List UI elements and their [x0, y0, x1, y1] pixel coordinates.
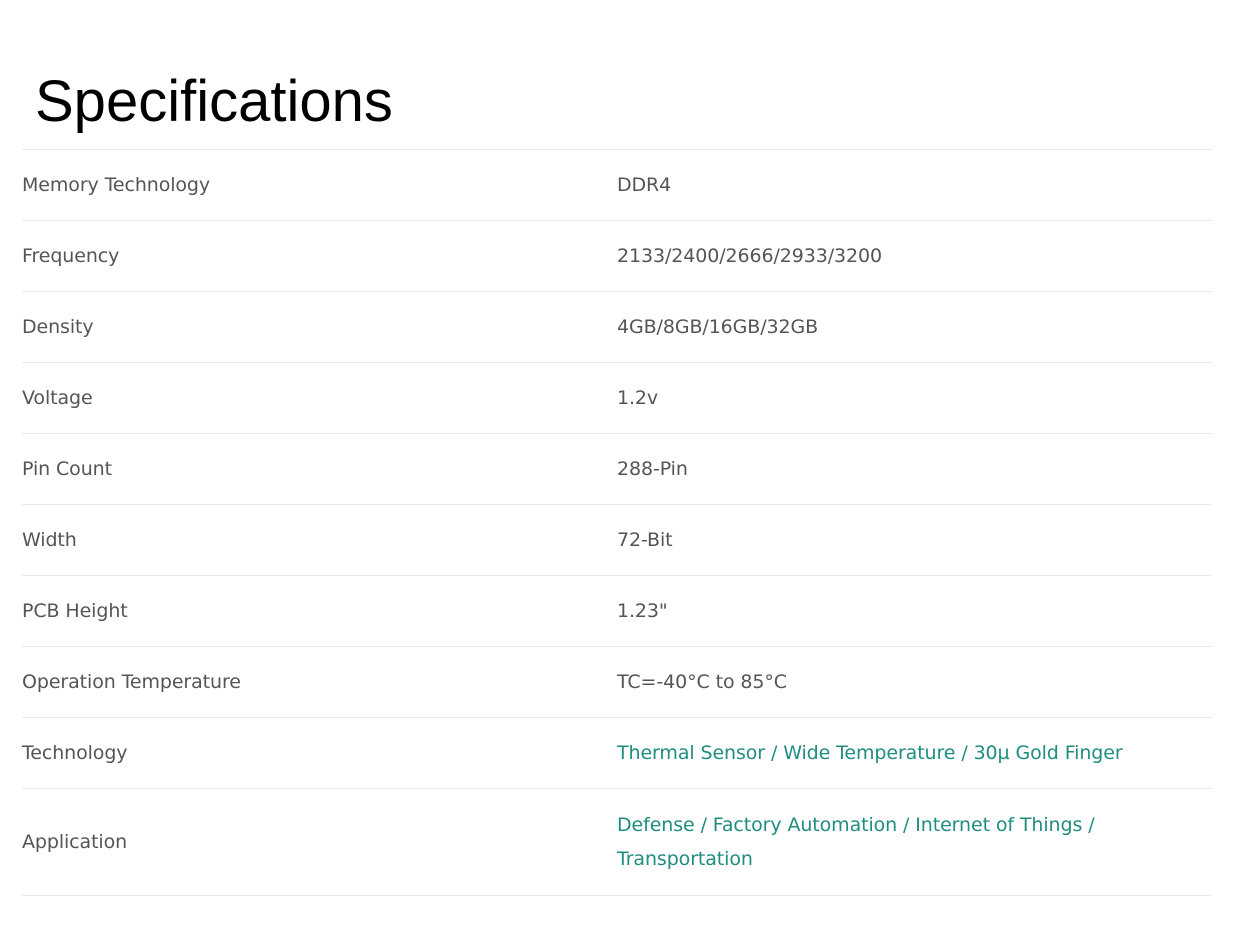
- table-row: PCB Height 1.23": [22, 576, 1212, 647]
- spec-label: Application: [22, 831, 128, 853]
- spec-label: Frequency: [22, 245, 120, 267]
- technology-link[interactable]: Thermal Sensor / Wide Temperature / 30µ …: [617, 736, 1212, 770]
- table-row: Voltage 1.2v: [22, 363, 1212, 434]
- table-row: Application Defense / Factory Automation…: [22, 789, 1212, 896]
- table-row: Width 72-Bit: [22, 505, 1212, 576]
- spec-value: DDR4: [617, 174, 672, 196]
- spec-label: Voltage: [22, 387, 93, 409]
- spec-label: PCB Height: [22, 600, 128, 622]
- spec-label: Width: [22, 529, 77, 551]
- table-row: Density 4GB/8GB/16GB/32GB: [22, 292, 1212, 363]
- spec-value: 4GB/8GB/16GB/32GB: [617, 316, 819, 338]
- spec-value: 288-Pin: [617, 458, 688, 480]
- spec-value: 1.2v: [617, 387, 659, 409]
- table-row: Pin Count 288-Pin: [22, 434, 1212, 505]
- page-title: Specifications: [35, 69, 393, 134]
- spec-value: TC=-40°C to 85°C: [617, 671, 787, 693]
- table-row: Memory Technology DDR4: [22, 150, 1212, 221]
- spec-value: 2133/2400/2666/2933/3200: [617, 245, 882, 267]
- table-row: Technology Thermal Sensor / Wide Tempera…: [22, 718, 1212, 789]
- table-row: Frequency 2133/2400/2666/2933/3200: [22, 221, 1212, 292]
- spec-value: 1.23": [617, 600, 668, 622]
- spec-value: 72-Bit: [617, 529, 673, 551]
- spec-label: Memory Technology: [22, 174, 211, 196]
- spec-label: Technology: [22, 742, 128, 764]
- spec-label: Operation Temperature: [22, 671, 241, 693]
- spec-table: Memory Technology DDR4 Frequency 2133/24…: [22, 149, 1212, 896]
- application-link[interactable]: Defense / Factory Automation / Internet …: [617, 808, 1212, 876]
- table-row: Operation Temperature TC=-40°C to 85°C: [22, 647, 1212, 718]
- spec-label: Density: [22, 316, 94, 338]
- spec-label: Pin Count: [22, 458, 112, 480]
